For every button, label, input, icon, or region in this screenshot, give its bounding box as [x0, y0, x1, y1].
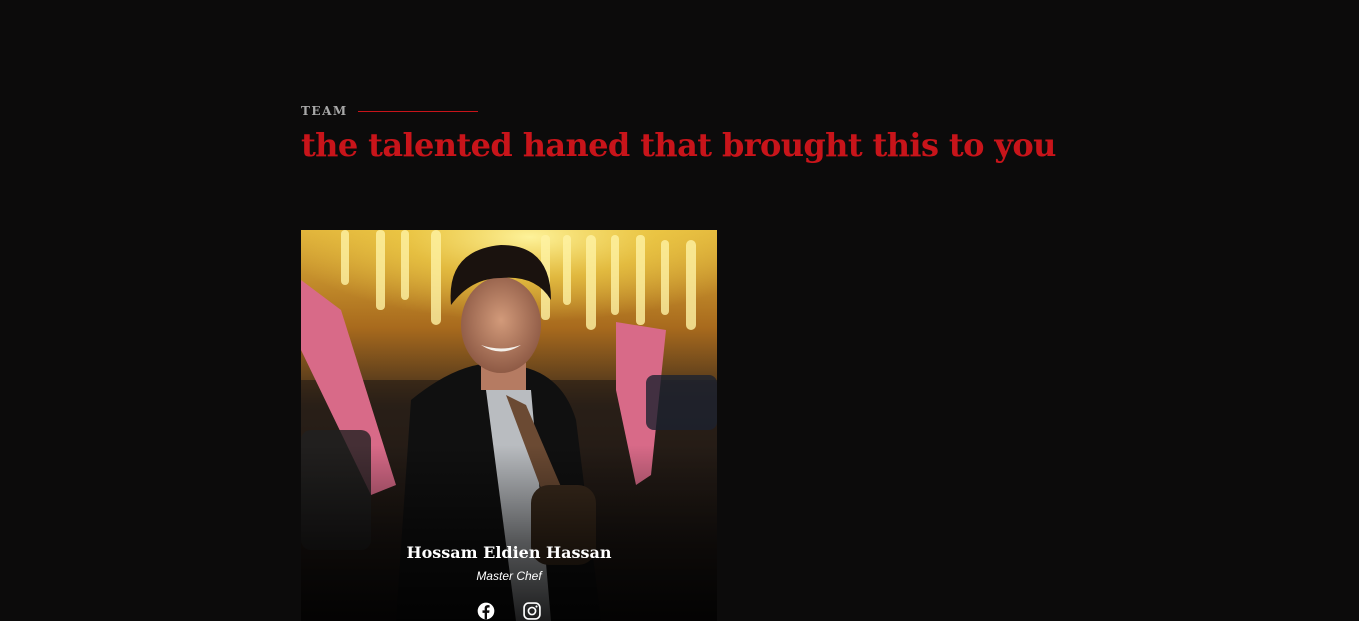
section-label-text: TEAM: [301, 104, 348, 118]
facebook-icon[interactable]: [476, 601, 496, 621]
section-title: the talented haned that brought this to …: [301, 126, 1056, 164]
team-member-role: Master Chef: [476, 569, 542, 583]
instagram-icon[interactable]: [522, 601, 542, 621]
team-member-name: Hossam Eldien Hassan: [406, 543, 612, 562]
team-member-socials: [301, 601, 717, 621]
team-member-card: Hossam Eldien Hassan Master Chef: [301, 230, 717, 621]
team-section-label: TEAM: [301, 103, 478, 119]
section-label-divider: [357, 110, 478, 112]
